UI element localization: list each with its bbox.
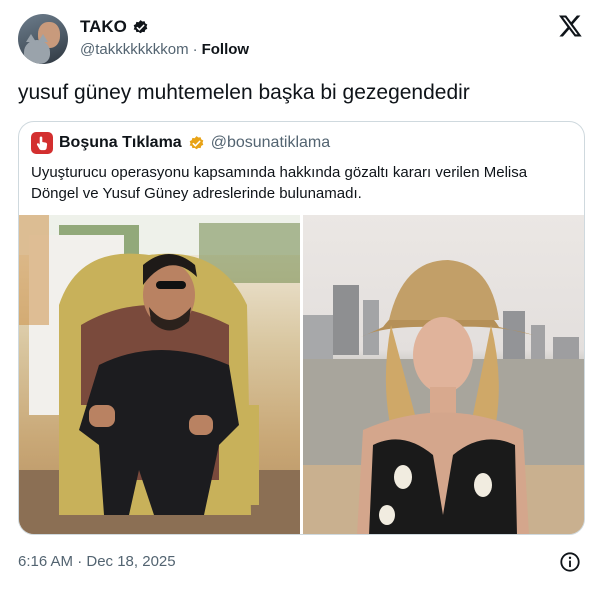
author-avatar[interactable]	[18, 14, 68, 64]
throne-photo	[19, 215, 300, 534]
media-image-woman-at-beach[interactable]	[303, 215, 584, 534]
media-image-man-on-throne[interactable]	[19, 215, 300, 534]
author-name-row[interactable]: TAKO	[80, 17, 149, 37]
tweet-text: yusuf güney muhtemelen başka bi gezegend…	[18, 81, 470, 104]
beach-photo	[303, 260, 584, 534]
verified-badge-icon	[133, 19, 148, 33]
avatar-cat	[24, 34, 50, 64]
quoted-header: Boşuna Tıklama @bosunatiklama	[31, 132, 330, 154]
x-logo-icon[interactable]	[558, 14, 582, 38]
quoted-name[interactable]: Boşuna Tıklama	[59, 134, 182, 152]
author-name[interactable]: TAKO	[80, 17, 127, 37]
quoted-handle[interactable]: @bosunatiklama	[211, 134, 330, 152]
tweet-timestamp[interactable]: 6:16 AM · Dec 18, 2025	[18, 553, 176, 570]
info-icon[interactable]	[559, 551, 581, 573]
verified-badge-icon	[189, 135, 204, 149]
quoted-text: Uyuşturucu operasyonu kapsamında hakkınd…	[31, 164, 528, 202]
author-handle-row: @takkkkkkkkom · Follow	[80, 41, 249, 58]
author-handle[interactable]: @takkkkkkkkom	[80, 41, 189, 58]
separator-dot: ·	[192, 41, 198, 58]
quoted-avatar[interactable]	[31, 132, 53, 154]
follow-button[interactable]: Follow	[202, 41, 250, 58]
pointer-hand-icon	[36, 136, 48, 151]
quoted-tweet-card[interactable]: Boşuna Tıklama @bosunatiklama Uyuşturucu…	[18, 121, 585, 535]
